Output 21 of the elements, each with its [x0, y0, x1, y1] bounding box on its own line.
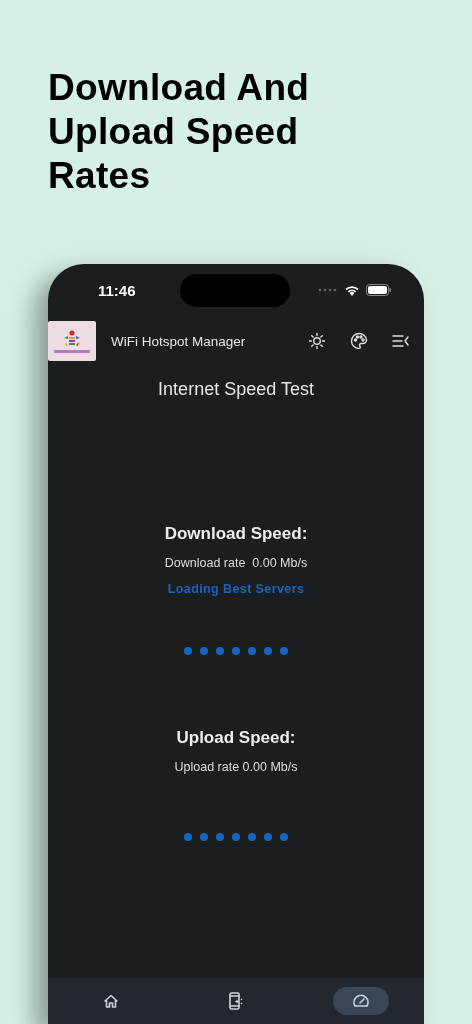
palette-icon[interactable] [348, 330, 370, 352]
rate-text: Upload rate 0.00 Mb/s [174, 760, 298, 774]
speed-title: Download Speed: [164, 524, 308, 545]
phone-sparkle-icon [228, 992, 244, 1010]
loading-dots-icon [183, 646, 289, 656]
page-heading: Download And Upload Speed Rates [48, 66, 311, 198]
logo-figure-icon [62, 329, 82, 348]
battery-icon [366, 284, 392, 296]
loading-status: Loading Best Servers [167, 582, 305, 596]
speed-title: Upload Speed: [176, 728, 296, 749]
logo-banner-icon [54, 349, 90, 353]
loading-dots-icon [183, 832, 289, 842]
status-time: 11:46 [98, 281, 136, 299]
rate-text: Download rate 0.00 Mb/s [164, 556, 308, 570]
gauge-icon [352, 993, 371, 1009]
app-title: WiFi Hotspot Manager [111, 333, 247, 349]
home-icon [102, 993, 119, 1009]
wifi-icon [344, 284, 360, 296]
signal-icon [318, 288, 338, 292]
page-title: Internet Speed Test [157, 379, 315, 401]
brightness-icon[interactable] [306, 330, 328, 352]
